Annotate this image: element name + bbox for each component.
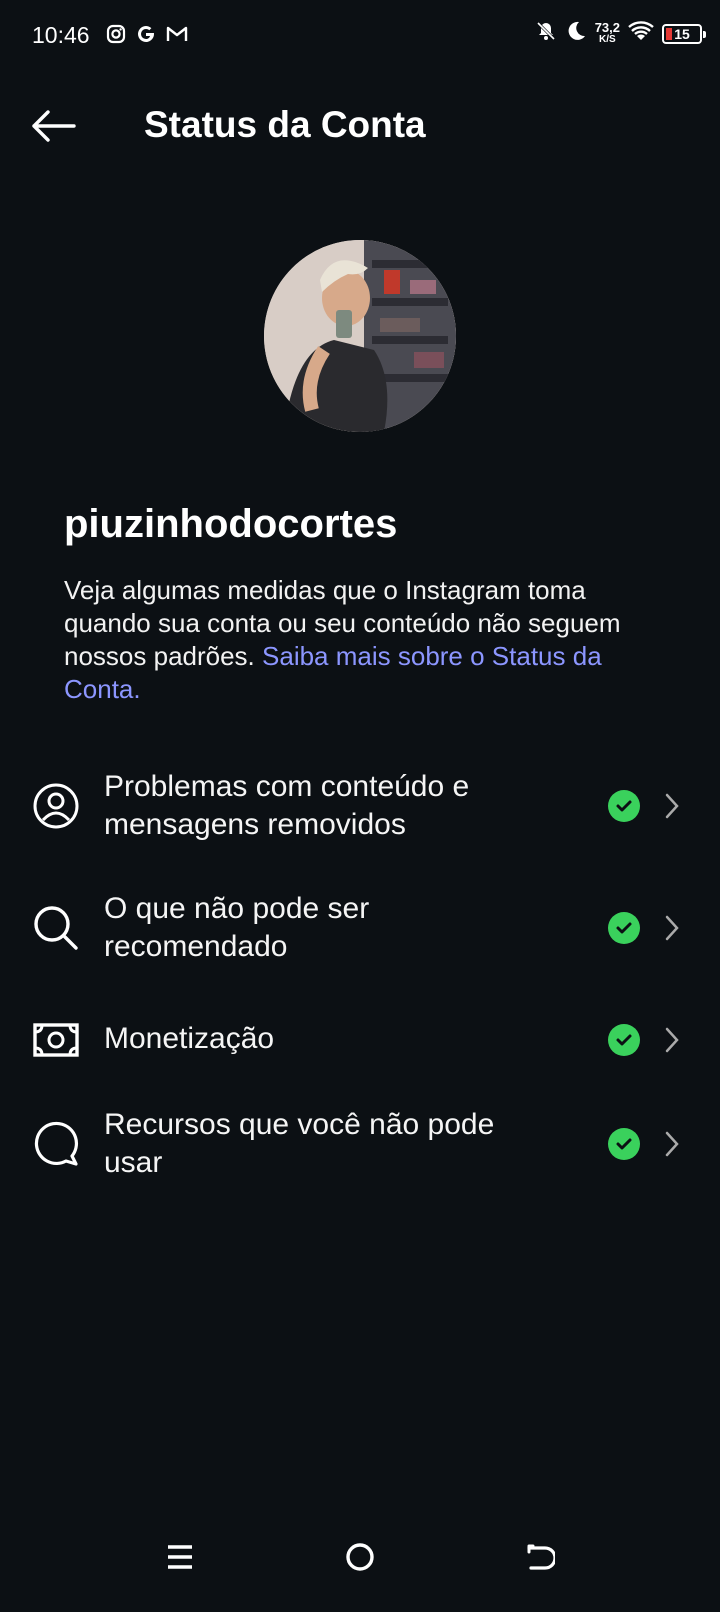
account-status-description: Veja algumas medidas que o Instagram tom… [64, 574, 654, 706]
gmail-icon [166, 25, 188, 48]
back-nav-icon [527, 1544, 555, 1570]
back-button[interactable] [30, 106, 80, 146]
list-item-not-recommended[interactable]: O que não pode ser recomendado [0, 890, 720, 970]
battery-level [666, 27, 672, 40]
instagram-icon [106, 24, 126, 49]
home-button[interactable] [335, 1532, 385, 1582]
back-arrow-icon [32, 110, 76, 142]
menu-button[interactable] [155, 1532, 205, 1582]
search-icon [32, 904, 80, 952]
item-label: O que não pode ser recomendado [104, 892, 370, 963]
nav-back-button[interactable] [515, 1532, 565, 1582]
chevron-right-icon [660, 1024, 684, 1056]
home-circle-icon [346, 1543, 374, 1571]
speed-unit: K/S [599, 33, 616, 45]
avatar [264, 240, 456, 432]
item-label: Problemas com conteúdo e mensagens remov… [104, 770, 470, 841]
speed-value: 73,2 [594, 19, 620, 35]
list-item-monetization[interactable]: Monetização [0, 1012, 720, 1072]
check-icon [608, 790, 640, 822]
bell-off-icon [535, 20, 557, 47]
user-circle-icon [32, 782, 80, 830]
status-bar: 10:46 73,2 K/S 15 [0, 0, 720, 72]
battery-icon: 15 [662, 23, 706, 44]
system-nav-bar [0, 1502, 720, 1612]
page-title: Status da Conta [144, 104, 426, 145]
list-item-features[interactable]: Recursos que você não pode usar [0, 1106, 720, 1186]
header: Status da Conta [0, 90, 720, 160]
google-icon [136, 24, 156, 49]
speech-bubble-icon [32, 1120, 80, 1168]
system-icons: 73,2 K/S 15 [535, 19, 706, 47]
menu-icon [168, 1545, 192, 1569]
item-label: Monetização [104, 1022, 275, 1055]
profile-photo [264, 240, 456, 432]
check-icon [608, 912, 640, 944]
moon-icon [565, 20, 587, 47]
username: piuzinhodocortes [64, 502, 398, 546]
notification-icons [106, 24, 188, 49]
chevron-right-icon [660, 912, 684, 944]
list-item-content-removed[interactable]: Problemas com conteúdo e mensagens remov… [0, 768, 720, 848]
wifi-icon [628, 20, 654, 47]
chevron-right-icon [660, 790, 684, 822]
battery-percent: 15 [674, 25, 690, 42]
money-icon [32, 1016, 80, 1064]
check-icon [608, 1128, 640, 1160]
status-time: 10:46 [32, 22, 90, 48]
chevron-right-icon [660, 1128, 684, 1160]
check-icon [608, 1024, 640, 1056]
item-label: Recursos que você não pode usar [104, 1108, 495, 1179]
network-speed: 73,2 K/S [594, 19, 620, 46]
